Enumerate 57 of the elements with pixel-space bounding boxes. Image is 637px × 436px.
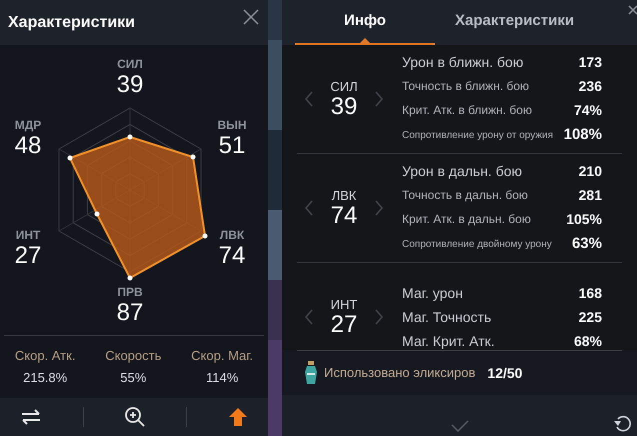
close-icon[interactable] (242, 8, 260, 26)
attribute-label: Сопротивление двойному урону (402, 238, 552, 252)
stat-value: 74 (218, 242, 246, 270)
stat-value: 27 (330, 312, 358, 338)
check-icon[interactable] (450, 420, 468, 432)
attribute-value: 173 (578, 52, 602, 72)
speed-value: 55% (120, 368, 146, 386)
attribute-value: 225 (578, 308, 602, 326)
zoom-in-icon[interactable] (124, 406, 146, 428)
attribute-label: Урон в ближн. бою (402, 52, 524, 72)
attribute-label: Крит. Атк. в ближн. бою (402, 102, 532, 120)
attribute-label: Маг. урон (402, 284, 463, 303)
attribute-label: Точность в ближн. бою (402, 78, 530, 96)
attribute-value: 63% (572, 234, 602, 254)
tab[interactable]: Характеристики (435, 0, 594, 45)
attribute-label: Маг. Точность (402, 308, 492, 326)
swap-icon[interactable] (20, 409, 42, 425)
attribute-value: 168 (578, 284, 602, 302)
stat-label: ЛВК (220, 228, 244, 242)
attribute-label: Сопротивление урону от оружия (402, 128, 554, 142)
stat-value: 74 (330, 202, 358, 228)
speed-value: 114% (206, 368, 238, 386)
attribute-label: Крит. Атк. в дальн. бою (402, 211, 531, 228)
stat-value: 87 (116, 299, 144, 327)
attribute-value: 236 (578, 76, 602, 96)
stat-label: ВЫН (217, 118, 247, 132)
up-arrow-icon[interactable] (228, 407, 248, 427)
stat-label: ПРВ (117, 285, 143, 299)
stat-label: ИНТ (16, 228, 40, 242)
attribute-label: Урон в дальн. бою (402, 162, 522, 181)
refresh-icon[interactable] (613, 413, 633, 433)
potion-icon (304, 360, 318, 386)
attribute-label: Маг. Крит. Атк. (402, 332, 495, 350)
stat-value: 39 (116, 71, 144, 99)
attribute-value: 68% (574, 332, 602, 350)
speed-label: Скор. Атк. (14, 347, 76, 365)
attribute-value: 105% (566, 210, 602, 229)
attribute-value: 74% (574, 100, 602, 120)
attribute-label: Точность в дальн. бою (402, 187, 528, 204)
stat-label: СИЛ (330, 78, 358, 94)
speed-value: 215.8% (23, 368, 68, 386)
stat-value: 48 (14, 132, 42, 160)
stat-value: 39 (330, 94, 358, 120)
stat-label: СИЛ (117, 57, 143, 71)
elixir-count: 12/50 (487, 364, 522, 382)
panel-title: Характеристики (8, 12, 136, 32)
speed-label: Скор. Маг. (191, 347, 254, 365)
stat-value: 51 (218, 132, 246, 160)
elixir-label: Использовано эликсиров (324, 364, 476, 382)
attribute-value: 281 (578, 186, 602, 205)
stat-value: 27 (14, 242, 42, 270)
attribute-value: 210 (578, 162, 602, 181)
stat-label: МДР (14, 118, 42, 132)
stat-label: ЛВК (332, 188, 356, 202)
speed-label: Скорость (105, 347, 162, 365)
attribute-value: 108% (564, 124, 602, 145)
stat-label: ИНТ (330, 296, 358, 312)
